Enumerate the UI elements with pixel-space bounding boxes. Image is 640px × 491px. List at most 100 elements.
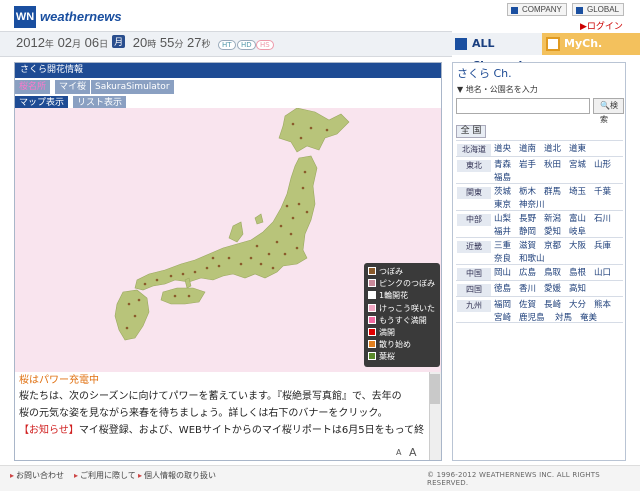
panel-title: さくら開花情報 [15,63,441,78]
font-size-small-button[interactable]: A [396,448,401,457]
arrow-icon: ▸ [138,471,143,480]
place-search-input[interactable] [456,98,590,114]
pref-link[interactable]: 道南 [519,143,544,156]
kyushu-island [114,289,150,341]
pref-link[interactable]: 鹿児島 [519,312,555,325]
region-row-kanto: 関東 茨城 栃木 群馬 埼玉 千葉東京 神奈川 [456,183,623,210]
pref-link[interactable]: 高知 [569,283,594,296]
pref-link[interactable]: 奄美 [580,312,605,325]
hd-pill[interactable]: HD [237,40,256,50]
region-label[interactable]: 東北 [457,160,491,172]
region-label[interactable]: 四国 [457,284,491,296]
pref-link[interactable]: 新潟 [544,213,569,226]
search-label: ▼ 地名・公園名を入力 [457,85,538,94]
notice-label: 【お知らせ】 [19,425,79,436]
contact-link[interactable]: ▸ お問い合わせ [10,470,64,481]
tab-sakura-spots[interactable]: 桜名所 [15,80,51,94]
search-button[interactable]: 🔍検索 [593,98,624,124]
font-size-large-button[interactable]: A [409,446,417,459]
region-row-tohoku: 東北 青森 岩手 秋田 宮城 山形福島 [456,156,623,183]
pref-link[interactable]: 徳島 [494,283,519,296]
region-label[interactable]: 中国 [457,268,491,280]
region-label[interactable]: 中部 [457,214,491,226]
legend-item: もうすぐ満開 [368,315,436,327]
scroll-thumb[interactable] [430,374,440,404]
region-label[interactable]: 近畿 [457,241,491,253]
weathernews-logo-text[interactable]: weathernews [40,9,122,24]
region-row-chugoku: 中国 岡山 広島 鳥取 島根 山口 [456,264,623,280]
pref-link[interactable]: 青森 [494,159,519,172]
square-icon [576,7,583,14]
pref-link[interactable]: 千葉 [594,186,619,199]
pref-link[interactable]: 大阪 [569,240,594,253]
pref-link[interactable]: 宮城 [569,159,594,172]
pref-link[interactable]: 宮崎 [494,312,519,325]
tab-all-channel[interactable]: ALL Channel [452,33,542,72]
pref-link[interactable]: 茨城 [494,186,519,199]
pref-link[interactable]: 島根 [569,267,594,280]
pref-link[interactable]: 道東 [569,143,594,156]
tab-sakura-simulator[interactable]: SakuraSimulator [91,80,174,94]
all-japan-button[interactable]: 全 国 [456,125,486,138]
pref-link[interactable]: 長崎 [544,299,569,312]
region-label[interactable]: 関東 [457,187,491,199]
arrow-icon: ▸ [10,471,15,480]
pref-link[interactable]: 鳥取 [544,267,569,280]
pref-link[interactable]: 福岡 [494,299,519,312]
arrow-icon: ▸ [74,471,79,480]
pref-link[interactable]: 栃木 [519,186,544,199]
pref-link[interactable]: 石川 [594,213,619,226]
pref-link[interactable]: 岡山 [494,267,519,280]
pref-link[interactable]: 対馬 [555,312,580,325]
pref-link[interactable]: 山梨 [494,213,519,226]
region-label[interactable]: 北海道 [457,144,491,156]
legend-swatch [368,291,376,300]
region-label[interactable]: 九州 [457,300,491,312]
pref-link[interactable]: 道北 [544,143,569,156]
pref-link[interactable]: 長野 [519,213,544,226]
pref-link[interactable]: 愛媛 [544,283,569,296]
region-row-kinki: 近畿 三重 滋賀 京都 大阪 兵庫奈良 和歌山 [456,237,623,264]
pref-link[interactable]: 三重 [494,240,519,253]
legend-swatch [368,340,376,349]
noto-peninsula [228,221,244,243]
usage-link[interactable]: ▸ ご利用に際して [74,470,136,481]
weathernews-logo-mark[interactable]: WN [14,6,36,28]
company-link[interactable]: COMPANY [507,3,567,16]
pref-link[interactable]: 滋賀 [519,240,544,253]
notice-text: マイ桜登録、および、WEBサイトからのマイ桜リポートは6月5日をもって終 [78,425,425,436]
pref-link[interactable]: 群馬 [544,186,569,199]
hs-pill[interactable]: HS [256,40,274,50]
pref-link[interactable]: 兵庫 [594,240,619,253]
legend-item: つぼみ [368,266,436,278]
tab-my-sakura[interactable]: マイ桜 [55,80,91,94]
privacy-link[interactable]: ▸ 個人情報の取り扱い [138,470,216,481]
current-datetime: 2012年 02月 06日月 20時 55分 27秒 [16,35,211,50]
pref-link[interactable]: 岩手 [519,159,544,172]
info-title: 桜はパワー充電中 [19,375,99,386]
tab-my-channel[interactable]: MyCh. [542,33,640,55]
info-line: 桜たちは、次のシーズンに向けてパワーを蓄えています。『桜絶景写真館』で、去年の [19,391,402,402]
pref-link[interactable]: 広島 [519,267,544,280]
pref-link[interactable]: 佐賀 [519,299,544,312]
pref-link[interactable]: 山形 [594,159,619,172]
pref-link[interactable]: 大分 [569,299,594,312]
pref-link[interactable]: 京都 [544,240,569,253]
notice-line: 【お知らせ】マイ桜登録、および、WEBサイトからのマイ桜リポートは6月5日をもっ… [19,422,425,439]
pref-link[interactable]: 熊本 [594,299,619,312]
pref-link[interactable]: 富山 [569,213,594,226]
global-link[interactable]: GLOBAL [572,3,625,16]
login-link[interactable]: ▶ログイン [580,19,623,32]
chevron-down-icon [455,38,467,50]
ht-pill[interactable]: HT [218,40,236,50]
pref-link[interactable]: 道央 [494,143,519,156]
region-row-hokkaido: 北海道 道央 道南 道北 道東 [456,140,623,156]
pref-link[interactable]: 山口 [594,267,619,280]
pref-link[interactable]: 香川 [519,283,544,296]
legend-swatch [368,303,376,312]
legend-swatch [368,279,376,288]
pref-link[interactable]: 秋田 [544,159,569,172]
pref-link[interactable]: 埼玉 [569,186,594,199]
hokkaido-island [278,108,350,153]
legend-swatch [368,352,376,361]
